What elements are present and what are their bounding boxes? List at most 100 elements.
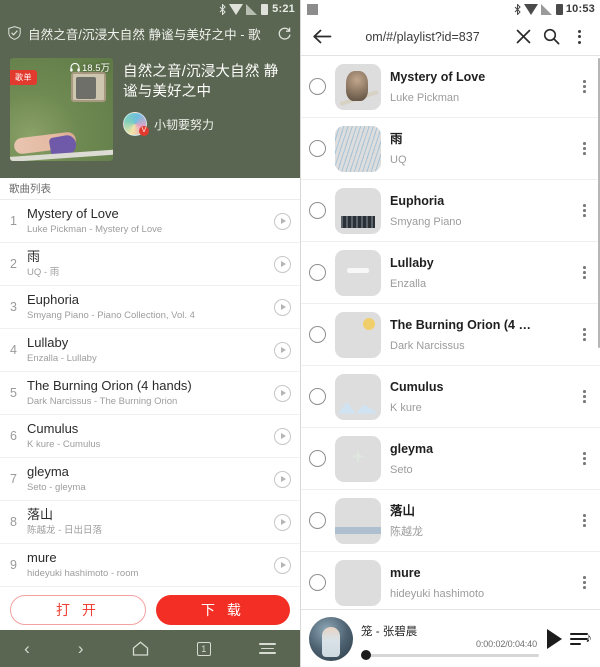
select-radio[interactable]: [309, 202, 326, 219]
select-radio[interactable]: [309, 78, 326, 95]
row-kebab-menu-icon[interactable]: [579, 204, 590, 217]
play-button[interactable]: [274, 212, 291, 230]
play-button[interactable]: [274, 298, 291, 316]
track-sub: K kure - Cumulus: [27, 439, 101, 450]
hamburger-menu-icon[interactable]: [258, 640, 276, 657]
song-info: 雨 UQ: [390, 131, 570, 167]
row-kebab-menu-icon[interactable]: [579, 452, 590, 465]
row-kebab-menu-icon[interactable]: [579, 390, 590, 403]
playlist-author-row[interactable]: V 小韧要努力: [123, 112, 292, 136]
signal-icon: [523, 3, 538, 15]
song-artist: 陈越龙: [390, 525, 423, 538]
table-row[interactable]: 2 雨 UQ - 雨: [0, 243, 300, 286]
bluetooth-icon: [514, 3, 521, 15]
select-radio[interactable]: [309, 512, 326, 529]
play-button[interactable]: [274, 513, 291, 531]
list-item[interactable]: Lullaby Enzalla: [301, 242, 600, 304]
list-item[interactable]: Cumulus K kure: [301, 366, 600, 428]
table-row[interactable]: 8 落山 陈越龙 - 日出日落: [0, 501, 300, 544]
search-icon[interactable]: [538, 24, 564, 50]
playlist-queue-icon[interactable]: ♪: [570, 630, 592, 648]
track-info: Euphoria Smyang Piano - Piano Collection…: [27, 292, 274, 322]
song-title: The Burning Orion (4 …: [390, 317, 531, 332]
progress-slider[interactable]: [361, 650, 539, 660]
table-row[interactable]: 9 mure hideyuki hashimoto - room: [0, 544, 300, 587]
select-radio[interactable]: [309, 140, 326, 157]
bluetooth-icon: [219, 3, 226, 15]
kebab-menu-icon[interactable]: [566, 24, 592, 50]
list-item[interactable]: mure hideyuki hashimoto: [301, 552, 600, 614]
list-item[interactable]: gleyma Seto: [301, 428, 600, 490]
play-button[interactable]: [274, 427, 291, 445]
table-row[interactable]: 7 gleyma Seto - gleyma: [0, 458, 300, 501]
refresh-icon[interactable]: [277, 26, 292, 41]
track-info: Cumulus K kure - Cumulus: [27, 421, 274, 451]
track-info: The Burning Orion (4 hands) Dark Narciss…: [27, 378, 274, 408]
song-artist: UQ: [390, 153, 407, 166]
playlist-badge: 歌单: [10, 70, 37, 85]
table-row[interactable]: 3 Euphoria Smyang Piano - Piano Collecti…: [0, 286, 300, 329]
track-name: Lullaby: [27, 335, 69, 350]
nav-forward-icon[interactable]: ›: [78, 639, 84, 659]
select-radio[interactable]: [309, 450, 326, 467]
nav-back-icon[interactable]: ‹: [24, 639, 30, 659]
play-button[interactable]: [274, 556, 291, 574]
avatar: V: [123, 112, 149, 136]
play-button[interactable]: [274, 341, 291, 359]
playlist-cover-art[interactable]: 歌单 18.5万: [10, 58, 113, 161]
song-info: Cumulus K kure: [390, 379, 570, 415]
list-item[interactable]: 雨 UQ: [301, 118, 600, 180]
song-info: Euphoria Smyang Piano: [390, 193, 570, 229]
track-info: 雨 UQ - 雨: [27, 249, 274, 279]
track-index: 5: [10, 386, 17, 400]
arrow-left-icon[interactable]: [309, 24, 335, 50]
row-kebab-menu-icon[interactable]: [579, 142, 590, 155]
song-artist: Dark Narcissus: [390, 339, 465, 352]
shield-check-icon[interactable]: [8, 26, 21, 40]
play-button[interactable]: [274, 384, 291, 402]
wifi-icon: [246, 4, 258, 15]
right-phone-panel: 10:53 om/#/playlist?id=837 Mystery of Lo…: [300, 0, 600, 667]
select-radio[interactable]: [309, 264, 326, 281]
list-item[interactable]: The Burning Orion (4 … Dark Narcissus: [301, 304, 600, 366]
table-row[interactable]: 1 Mystery of Love Luke Pickman - Mystery…: [0, 200, 300, 243]
now-playing-art[interactable]: [309, 616, 353, 661]
list-item[interactable]: 落山 陈越龙: [301, 490, 600, 552]
screenshot-root: 5:21 自然之音/沉浸大自然 静谧与美好之中 - 歌 歌单 18.5万 自然之…: [0, 0, 600, 667]
song-info: Lullaby Enzalla: [390, 255, 570, 291]
track-info: mure hideyuki hashimoto - room: [27, 550, 274, 580]
play-button[interactable]: [274, 470, 291, 488]
list-item[interactable]: Mystery of Love Luke Pickman: [301, 56, 600, 118]
select-radio[interactable]: [309, 574, 326, 591]
row-kebab-menu-icon[interactable]: [579, 576, 590, 589]
row-kebab-menu-icon[interactable]: [579, 266, 590, 279]
song-title: Mystery of Love: [390, 69, 486, 84]
now-playing-info: 笼 - 张碧晨 0:00:02/0:04:40: [361, 617, 539, 661]
row-kebab-menu-icon[interactable]: [579, 514, 590, 527]
song-title: Lullaby: [390, 255, 434, 270]
song-artist: hideyuki hashimoto: [390, 587, 485, 600]
open-button[interactable]: 打 开: [10, 595, 146, 625]
play-button[interactable]: [274, 255, 291, 273]
track-sub: 陈越龙 - 日出日落: [27, 525, 102, 536]
track-sub: Luke Pickman - Mystery of Love: [27, 224, 163, 235]
select-radio[interactable]: [309, 388, 326, 405]
table-row[interactable]: 5 The Burning Orion (4 hands) Dark Narci…: [0, 372, 300, 415]
home-icon[interactable]: [132, 641, 149, 656]
download-button[interactable]: 下 载: [156, 595, 290, 625]
progress-thumb[interactable]: [361, 650, 371, 660]
song-artist: Seto: [390, 463, 413, 476]
track-index: 4: [10, 343, 17, 357]
row-kebab-menu-icon[interactable]: [579, 328, 590, 341]
tab-count-button[interactable]: 1: [196, 641, 211, 656]
select-radio[interactable]: [309, 326, 326, 343]
list-item[interactable]: Euphoria Smyang Piano: [301, 180, 600, 242]
url-bar[interactable]: om/#/playlist?id=837: [337, 30, 508, 44]
table-row[interactable]: 4 Lullaby Enzalla - Lullaby: [0, 329, 300, 372]
play-icon[interactable]: [547, 628, 562, 649]
track-info: Mystery of Love Luke Pickman - Mystery o…: [27, 206, 274, 236]
close-icon[interactable]: [510, 24, 536, 50]
row-kebab-menu-icon[interactable]: [579, 80, 590, 93]
battery-icon: [555, 3, 563, 15]
table-row[interactable]: 6 Cumulus K kure - Cumulus: [0, 415, 300, 458]
